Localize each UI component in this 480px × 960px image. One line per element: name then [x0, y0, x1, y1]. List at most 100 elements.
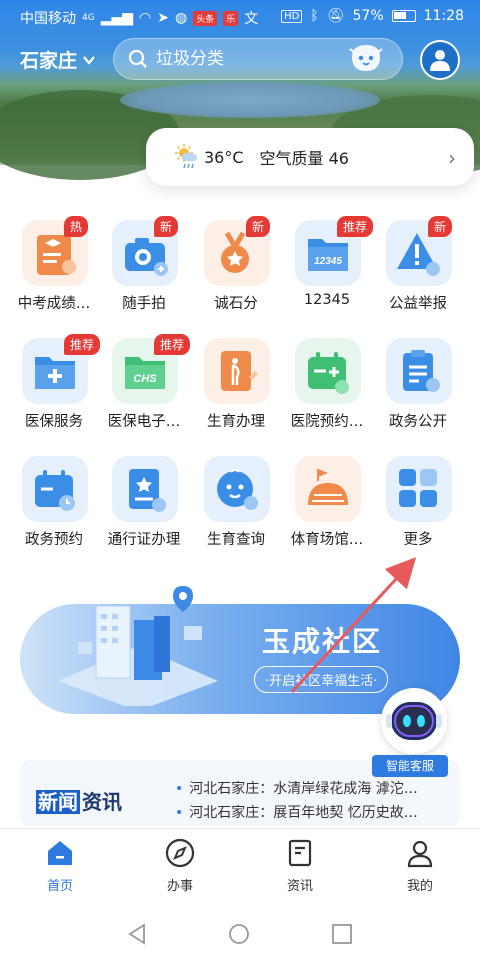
buildings-illustration-icon — [58, 586, 218, 706]
service-label: 公益举报 — [389, 296, 447, 312]
battery-icon — [391, 10, 416, 22]
search-bar[interactable] — [113, 38, 403, 80]
service-label: 通行证办理 — [107, 532, 181, 548]
service-label: 中考成绩… — [17, 296, 91, 312]
service-label: 医保电子… — [107, 414, 181, 430]
text-app-icon: 文 — [244, 11, 259, 27]
tab-item[interactable]: 我的 — [380, 837, 460, 894]
service-item[interactable]: 医院预约… — [281, 330, 373, 430]
service-item[interactable]: 12345 推荐 12345 — [281, 212, 374, 312]
service-tile — [112, 456, 178, 522]
service-item[interactable]: 政务预约 — [8, 448, 100, 548]
clock: 11:28 — [423, 8, 464, 24]
tab-item[interactable]: 首页 — [20, 837, 100, 894]
recents-icon[interactable] — [331, 923, 353, 945]
network-label: 4G — [82, 13, 95, 23]
tab-item[interactable]: 办事 — [140, 837, 220, 894]
news-brand: 新闻 资讯 — [36, 790, 122, 814]
service-label: 随手拍 — [122, 296, 166, 312]
service-item[interactable]: 更多 — [372, 448, 464, 548]
signal-icon: ▂▄▆ — [100, 10, 134, 26]
service-item[interactable]: 生育查询 — [190, 448, 282, 548]
service-item[interactable]: 新随手拍 — [98, 212, 190, 312]
bluetooth-icon: ᛒ — [310, 8, 319, 24]
service-tile — [386, 338, 452, 404]
location-icon: ➤ — [157, 10, 169, 26]
banner-subtitle: ·开启社区幸福生活· — [254, 666, 389, 693]
carrier-label: 中国移动 — [20, 11, 76, 27]
badge: 新 — [246, 216, 271, 237]
service-tile — [295, 456, 361, 522]
svg-text:CHS: CHS — [133, 373, 157, 385]
chevron-down-icon — [83, 55, 95, 65]
tab-label: 办事 — [166, 879, 193, 894]
badge: 推荐 — [337, 216, 374, 237]
badge: 新 — [154, 216, 179, 237]
service-label: 医保服务 — [25, 414, 83, 430]
assistant-robot-button[interactable] — [381, 688, 447, 754]
wifi-icon: ◠ — [139, 10, 152, 26]
service-item[interactable]: 生育办理 — [190, 330, 282, 430]
tab-label: 首页 — [46, 879, 73, 894]
status-bar: 中国移动 4G ▂▄▆ ◠ ➤ ◍ 头条 乐 文 HD ᛒ 🔕︎ 57% 11:… — [0, 0, 480, 34]
home-circle-icon[interactable] — [228, 923, 250, 945]
bottom-tab-bar: 首页 办事 资讯 我的 — [0, 828, 480, 906]
battery-percent: 57% — [352, 8, 384, 24]
service-item[interactable]: 通行证办理 — [98, 448, 190, 548]
badge: 热 — [64, 216, 89, 237]
tab-item[interactable]: 资讯 — [260, 837, 340, 894]
tab-label: 我的 — [406, 879, 433, 894]
news-item[interactable]: 河北石家庄：水清岸绿花成海 滹沱… — [175, 778, 460, 798]
service-label: 生育办理 — [207, 414, 265, 430]
user-avatar[interactable] — [420, 40, 460, 80]
home-icon — [48, 841, 72, 865]
service-label: 医院预约… — [290, 414, 364, 430]
news-item[interactable]: 河北石家庄：展百年地契 忆历史故… — [175, 802, 460, 822]
service-item[interactable]: CHS 推荐医保电子… — [98, 330, 191, 430]
search-input[interactable] — [156, 49, 316, 69]
svg-text:12345: 12345 — [314, 256, 342, 267]
service-label: 政务预约 — [25, 532, 83, 548]
search-icon — [128, 49, 147, 68]
wechat-icon: ◍ — [174, 10, 188, 26]
temperature: 36°C — [204, 147, 244, 167]
tab-label: 资讯 — [286, 879, 313, 894]
service-label: 12345 — [303, 292, 351, 308]
chevron-right-icon[interactable]: › — [448, 146, 456, 170]
service-item[interactable]: 新公益举报 — [372, 212, 464, 312]
assistant-face-icon[interactable] — [346, 43, 386, 75]
city-selector[interactable]: 石家庄 — [20, 46, 95, 73]
profile-icon — [407, 840, 433, 868]
mute-bell-icon: 🔕︎ — [326, 8, 345, 24]
service-item[interactable]: 体育场馆… — [281, 448, 373, 548]
air-quality: 空气质量 46 — [259, 149, 349, 168]
service-item[interactable]: 新诚石分 — [190, 212, 282, 312]
user-icon — [430, 50, 450, 71]
service-tile — [204, 338, 270, 404]
badge: 推荐 — [154, 334, 191, 355]
service-item[interactable]: 政务公开 — [372, 330, 464, 430]
back-icon[interactable] — [126, 923, 148, 945]
news-doc-icon — [288, 839, 312, 867]
weather-sun-rain-icon — [175, 144, 197, 169]
service-tile — [295, 338, 361, 404]
weather-card[interactable]: 36°C 空气质量 46 › — [146, 128, 474, 186]
service-label: 更多 — [403, 532, 433, 548]
assistant-label[interactable]: 智能客服 — [372, 755, 448, 777]
toutiao-icon: 头条 — [193, 10, 218, 26]
service-label: 体育场馆… — [290, 532, 364, 548]
service-tile — [22, 456, 88, 522]
robot-icon — [386, 702, 442, 740]
service-item[interactable]: 推荐医保服务 — [8, 330, 101, 430]
service-tile — [204, 456, 270, 522]
system-nav-bar — [0, 906, 480, 960]
service-item[interactable]: 热中考成绩… — [8, 212, 100, 312]
compass-icon — [165, 838, 195, 868]
app-notice-icon: 乐 — [223, 10, 239, 26]
service-tile — [386, 456, 452, 522]
badge: 推荐 — [64, 334, 101, 355]
service-label: 生育查询 — [207, 532, 265, 548]
badge: 新 — [428, 216, 453, 237]
service-label: 政务公开 — [389, 414, 447, 430]
city-label: 石家庄 — [20, 50, 78, 72]
